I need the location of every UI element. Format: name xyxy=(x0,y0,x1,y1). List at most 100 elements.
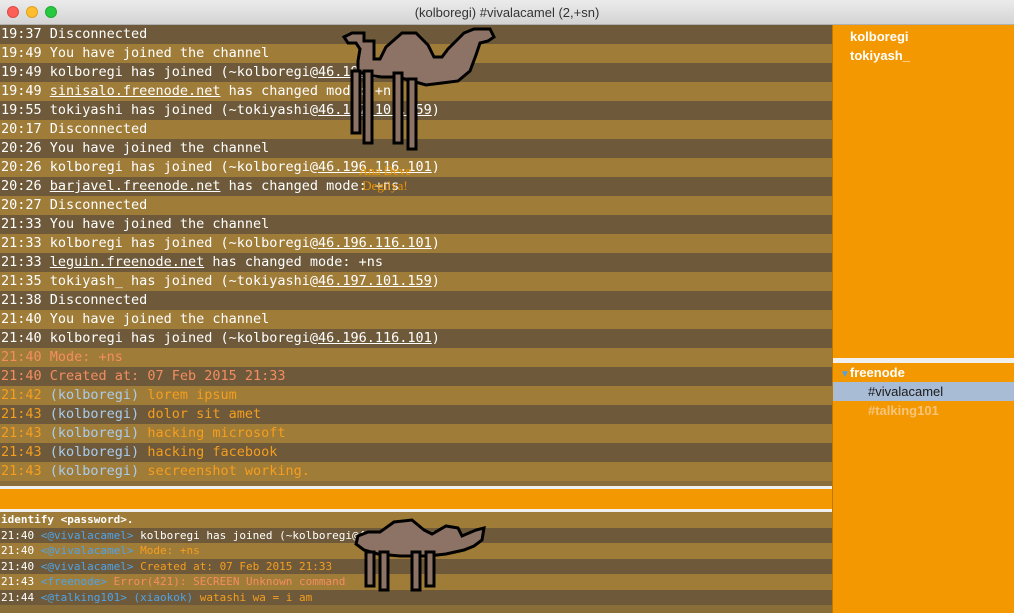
timestamp: 21:40 xyxy=(1,330,50,346)
log-source: <@vivalacamel> xyxy=(40,528,141,542)
nickname[interactable]: (kolboregi) xyxy=(50,463,148,479)
user-list: kolboregi tokiyash_ xyxy=(833,25,1014,358)
chat-line: 21:43 (kolboregi) dolor sit amet xyxy=(0,405,832,424)
timestamp: 20:27 xyxy=(1,197,50,213)
message-text: secreenshot working. xyxy=(147,463,310,479)
message-text: ) xyxy=(431,273,440,289)
message-text: Created at: 07 Feb 2015 21:33 xyxy=(49,368,286,384)
link[interactable]: 46.197.101.159 xyxy=(318,273,432,289)
disclosure-triangle-icon[interactable]: ▼ xyxy=(840,369,850,380)
timestamp: 21:40 xyxy=(1,559,41,573)
timestamp: 21:33 xyxy=(1,254,50,270)
message-text: tokiyashi has joined (~tokiyashi@ xyxy=(49,102,318,118)
timestamp: 21:38 xyxy=(1,292,50,308)
camel-icon xyxy=(341,27,496,151)
message-text: You have joined the channel xyxy=(49,140,270,156)
message-text: dolor sit amet xyxy=(147,406,262,422)
message-text: You have joined the channel xyxy=(49,45,270,61)
timestamp: 20:26 xyxy=(1,159,50,175)
channel-tree: ▼freenode #vivalacamel #talking101 xyxy=(833,363,1014,420)
chat-line: 20:27 Disconnected xyxy=(0,196,832,215)
message-text: Disconnected xyxy=(49,292,148,308)
timestamp: 21:40 xyxy=(1,311,50,327)
timestamp: 21:43 xyxy=(1,575,41,588)
message-text: kolboregi has joined (~kolboregi@ xyxy=(49,159,318,175)
message-text: Disconnected xyxy=(49,121,148,137)
message-text: Disconnected xyxy=(49,26,148,42)
user-list-item[interactable]: kolboregi xyxy=(833,27,1014,46)
window-title: (kolboregi) #vivalacamel (2,+sn) xyxy=(414,5,600,20)
camel-small-icon xyxy=(354,518,486,592)
timestamp: 19:49 xyxy=(1,64,50,80)
message-text: Mode: +ns xyxy=(49,349,123,365)
timestamp: 21:42 xyxy=(1,387,50,403)
chat-line: 21:38 Disconnected xyxy=(0,291,832,310)
channel-item[interactable]: #vivalacamel xyxy=(833,382,1014,401)
log-source: <@talking101> (xiaokok) xyxy=(40,590,200,604)
message-text: kolboregi has joined (~kolboregi@ xyxy=(49,64,318,80)
sidebar: kolboregi tokiyash_ ▼freenode #vivalacamel… xyxy=(832,25,1014,613)
timestamp: 21:33 xyxy=(1,216,50,232)
timestamp: 19:55 xyxy=(1,102,50,118)
chat-line: 21:40 Created at: 07 Feb 2015 21:33 xyxy=(0,367,832,386)
link[interactable]: 46.196.116.101 xyxy=(318,235,432,251)
message-text: You have joined the channel xyxy=(49,216,270,232)
link[interactable]: leguin.freenode.net xyxy=(50,254,204,270)
chat-line: 21:40 You have joined the channel xyxy=(0,310,832,329)
message-text: You have joined the channel xyxy=(49,311,270,327)
nickname[interactable]: (kolboregi) xyxy=(50,387,148,403)
message-text: kolboregi has joined (~kolboregi@ xyxy=(49,330,318,346)
log-text: Error(421): SECREEN Unknown command xyxy=(113,575,346,588)
log-text: Mode: +ns xyxy=(140,544,200,557)
log-source: <@vivalacamel> xyxy=(40,544,141,557)
channel-item[interactable]: #talking101 xyxy=(833,401,1014,420)
timestamp: 19:49 xyxy=(1,45,50,61)
chat-line: 21:43 (kolboregi) hacking microsoft xyxy=(0,424,832,443)
chat-line: 21:33 leguin.freenode.net has changed mo… xyxy=(0,253,832,272)
nickname[interactable]: (kolboregi) xyxy=(50,406,148,422)
timestamp: 21:40 xyxy=(1,349,50,365)
user-list-item[interactable]: tokiyash_ xyxy=(833,46,1014,65)
server-item[interactable]: ▼freenode xyxy=(833,363,1014,382)
camel-caption-line-1: Ana Deve xyxy=(358,163,412,178)
server-name: freenode xyxy=(849,365,905,380)
message-text: kolboregi has joined (~kolboregi@ xyxy=(49,235,318,251)
message-text: has changed mode: +ns xyxy=(204,254,384,270)
log-text: watashi wa = i am xyxy=(199,590,313,604)
chat-line: 21:33 kolboregi has joined (~kolboregi@4… xyxy=(0,234,832,253)
link[interactable]: 46.196.116.101 xyxy=(318,330,432,346)
message-text: tokiyash_ has joined (~tokiyashi@ xyxy=(49,273,318,289)
timestamp: 20:17 xyxy=(1,121,50,137)
link[interactable]: sinisalo.freenode.net xyxy=(50,83,221,99)
timestamp: 21:40 xyxy=(1,528,41,542)
chat-line: 21:33 You have joined the channel xyxy=(0,215,832,234)
timestamp: 21:40 xyxy=(1,368,50,384)
timestamp: 21:35 xyxy=(1,273,50,289)
log-source: <freenode> xyxy=(40,575,114,588)
timestamp: 19:49 xyxy=(1,83,50,99)
message-text: ) xyxy=(431,330,440,346)
timestamp: 21:44 xyxy=(1,590,41,604)
timestamp: 21:43 xyxy=(1,444,50,460)
message-text: lorem ipsum xyxy=(147,387,237,403)
chat-line: 21:40 Mode: +ns xyxy=(0,348,832,367)
message-text: Disconnected xyxy=(49,197,148,213)
chat-line: 21:40 kolboregi has joined (~kolboregi@4… xyxy=(0,329,832,348)
chat-line: 21:43 (kolboregi) secreenshot working. xyxy=(0,462,832,481)
timestamp: 20:26 xyxy=(1,178,50,194)
message-text: ) xyxy=(431,235,440,251)
timestamp: 21:43 xyxy=(1,425,50,441)
camel-caption-line-2: Degilya! xyxy=(362,178,408,193)
nickname[interactable]: (kolboregi) xyxy=(50,444,148,460)
message-input[interactable] xyxy=(0,486,832,512)
log-text: Created at: 07 Feb 2015 21:33 xyxy=(140,559,333,573)
chat-line: 21:42 (kolboregi) lorem ipsum xyxy=(0,386,832,405)
title-bar: (kolboregi) #vivalacamel (2,+sn) xyxy=(0,0,1014,25)
log-source: <@vivalacamel> xyxy=(40,559,141,573)
chat-line: 21:43 (kolboregi) hacking facebook xyxy=(0,443,832,462)
timestamp: 19:37 xyxy=(1,26,50,42)
link[interactable]: barjavel.freenode.net xyxy=(50,178,221,194)
timestamp: 21:40 xyxy=(1,544,41,557)
chat-line: 21:35 tokiyash_ has joined (~tokiyashi@4… xyxy=(0,272,832,291)
nickname[interactable]: (kolboregi) xyxy=(50,425,148,441)
